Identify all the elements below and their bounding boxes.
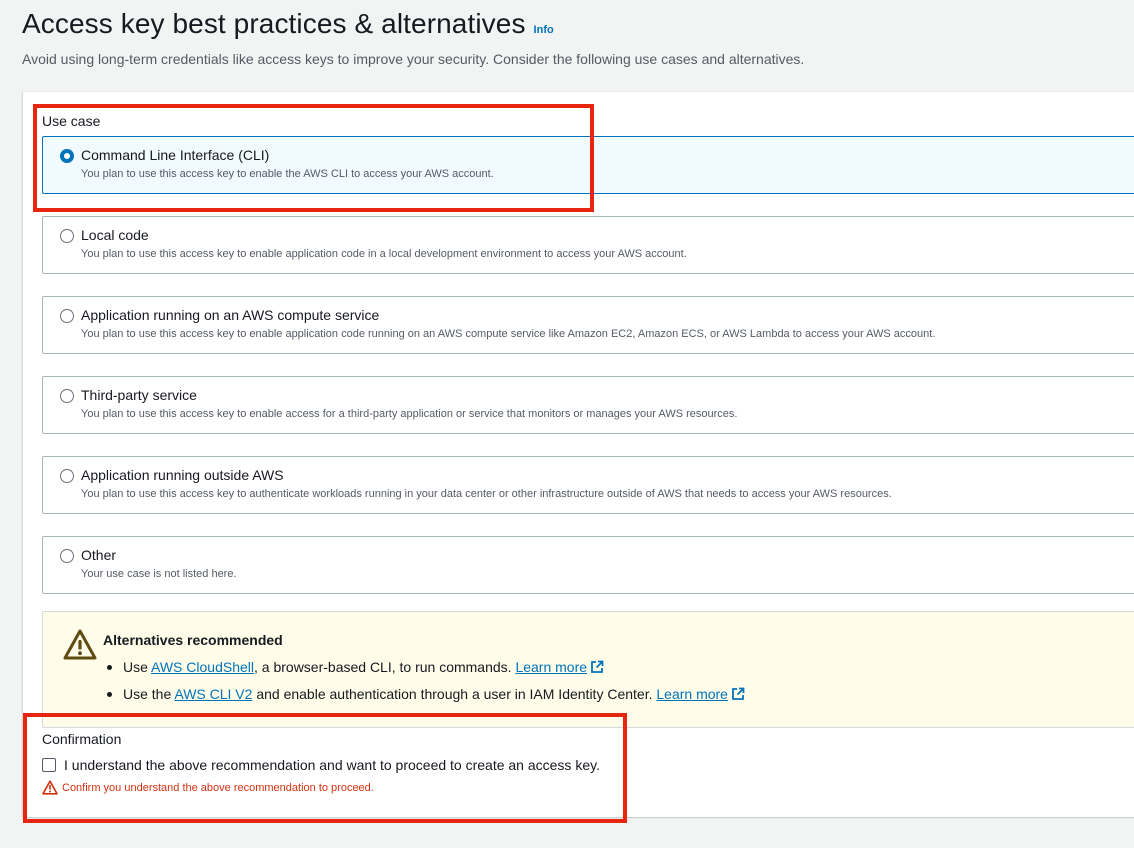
item-text: Use the (123, 686, 175, 702)
cli-v2-link[interactable]: AWS CLI V2 (174, 686, 252, 702)
external-link-icon[interactable] (590, 660, 604, 674)
list-item: Use the AWS CLI V2 and enable authentica… (103, 684, 745, 711)
list-item: Use AWS CloudShell, a browser-based CLI,… (103, 657, 745, 684)
option-cli[interactable]: Command Line Interface (CLI) You plan to… (42, 136, 1134, 194)
option-description: You plan to use this access key to enabl… (81, 328, 936, 340)
option-local-code[interactable]: Local code You plan to use this access k… (42, 216, 1134, 274)
radio-button[interactable] (60, 549, 74, 563)
option-title: Application running on an AWS compute se… (81, 307, 380, 323)
error-triangle-icon (42, 780, 58, 795)
item-text: and enable authentication through a user… (252, 686, 657, 702)
option-description: Your use case is not listed here. (81, 568, 237, 580)
option-title: Other (81, 547, 117, 563)
external-link-icon[interactable] (731, 687, 745, 701)
option-description: You plan to use this access key to enabl… (81, 168, 494, 180)
option-third-party[interactable]: Third-party service You plan to use this… (42, 376, 1134, 434)
alert-title: Alternatives recommended (103, 632, 283, 648)
option-description: You plan to use this access key to enabl… (81, 248, 687, 260)
page-header: Access key best practices & alternatives… (22, 8, 554, 40)
option-title: Third-party service (81, 387, 197, 403)
option-description: You plan to use this access key to enabl… (81, 408, 738, 420)
error-message: Confirm you understand the above recomme… (42, 780, 374, 795)
alternatives-alert: Alternatives recommended Use AWS CloudSh… (42, 611, 1134, 728)
page-description: Avoid using long-term credentials like a… (22, 51, 805, 67)
cloudshell-link[interactable]: AWS CloudShell (151, 659, 254, 675)
option-description: You plan to use this access key to authe… (81, 488, 892, 500)
radio-button[interactable] (60, 469, 74, 483)
confirmation-checkbox-label[interactable]: I understand the above recommendation an… (64, 757, 600, 773)
use-case-label: Use case (42, 113, 101, 129)
radio-button[interactable] (60, 229, 74, 243)
option-aws-compute[interactable]: Application running on an AWS compute se… (42, 296, 1134, 354)
item-text: , a browser-based CLI, to run commands. (254, 659, 516, 675)
alert-list: Use AWS CloudShell, a browser-based CLI,… (103, 657, 745, 711)
option-title: Command Line Interface (CLI) (81, 147, 270, 163)
radio-button[interactable] (60, 389, 74, 403)
learn-more-link[interactable]: Learn more (656, 686, 728, 702)
confirmation-label: Confirmation (42, 731, 122, 747)
learn-more-link[interactable]: Learn more (515, 659, 587, 675)
item-text: Use (123, 659, 152, 675)
option-title: Local code (81, 227, 149, 243)
option-other[interactable]: Other Your use case is not listed here. (42, 536, 1134, 594)
option-outside-aws[interactable]: Application running outside AWS You plan… (42, 456, 1134, 514)
confirmation-checkbox[interactable] (42, 758, 56, 772)
option-title: Application running outside AWS (81, 467, 284, 483)
info-link[interactable]: Info (534, 24, 554, 36)
radio-button[interactable] (60, 149, 74, 163)
radio-button[interactable] (60, 309, 74, 323)
warning-triangle-icon (63, 629, 97, 660)
error-text: Confirm you understand the above recomme… (62, 781, 374, 794)
page-title: Access key best practices & alternatives (22, 8, 526, 39)
